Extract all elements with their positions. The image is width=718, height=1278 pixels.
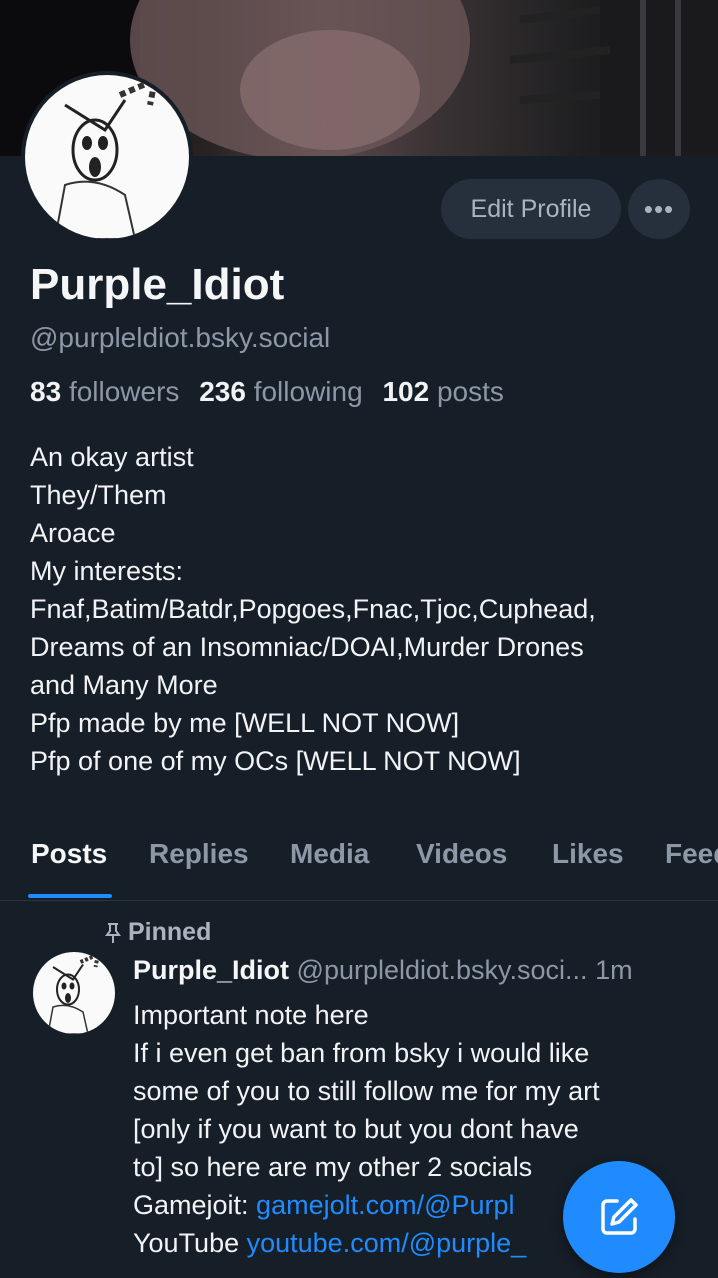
post-author-avatar[interactable] bbox=[33, 952, 115, 1034]
profile-handle: @purpleldiot.bsky.social bbox=[30, 322, 331, 353]
followers-link[interactable]: 83 followers bbox=[30, 376, 179, 407]
tab-posts[interactable]: Posts bbox=[31, 838, 107, 870]
post-line: Important note here bbox=[133, 1000, 369, 1030]
bio-line: Pfp made by me [WELL NOT NOW] bbox=[30, 708, 460, 738]
tab-videos[interactable]: Videos bbox=[416, 838, 507, 870]
bio-line: An okay artist bbox=[30, 442, 194, 472]
pin-icon bbox=[105, 922, 121, 943]
bio-line: Fnaf,Batim/Batdr,Popgoes,Fnac,Tjoc,Cuphe… bbox=[30, 594, 596, 624]
compose-icon bbox=[601, 1198, 638, 1235]
posts-stat: 102 posts bbox=[382, 376, 503, 407]
compose-button[interactable] bbox=[563, 1161, 675, 1273]
bio-line: Aroace bbox=[30, 518, 116, 548]
bio-line: Dreams of an Insomniac/DOAI,Murder Drone… bbox=[30, 632, 584, 662]
bio-line: My interests: bbox=[30, 556, 184, 586]
tab-media[interactable]: Media bbox=[290, 838, 369, 870]
profile-tabs: Posts Replies Media Videos Likes Feeds bbox=[0, 826, 718, 901]
followers-count: 83 bbox=[30, 376, 62, 407]
tab-likes[interactable]: Likes bbox=[552, 838, 624, 870]
display-name: Purple_Idiot bbox=[30, 260, 285, 309]
gamejolt-link[interactable]: gamejolt.com/@Purpl bbox=[256, 1190, 515, 1220]
post-author-name[interactable]: Purple_Idiot bbox=[133, 955, 289, 985]
bio-line: They/Them bbox=[30, 480, 167, 510]
tab-replies[interactable]: Replies bbox=[149, 838, 249, 870]
profile-bio: An okay artist They/Them Aroace My inter… bbox=[30, 438, 596, 780]
post-line: If i even get ban from bsky i would like bbox=[133, 1038, 590, 1068]
active-tab-indicator bbox=[28, 894, 112, 898]
bio-line: and Many More bbox=[30, 670, 218, 700]
followers-label: followers bbox=[68, 376, 180, 407]
following-label: following bbox=[253, 376, 363, 407]
posts-count: 102 bbox=[382, 376, 430, 407]
pinned-label: Pinned bbox=[128, 918, 212, 946]
post-header: Purple_Idiot @purpleldiot.bsky.soci... 1… bbox=[133, 955, 703, 986]
gamejolt-label: Gamejoit: bbox=[133, 1190, 257, 1220]
posts-label: posts bbox=[436, 376, 504, 407]
post-timestamp[interactable]: 1m bbox=[595, 955, 633, 985]
tab-feeds[interactable]: Feeds bbox=[665, 838, 718, 870]
pinned-indicator: Pinned bbox=[104, 918, 211, 947]
following-link[interactable]: 236 following bbox=[199, 376, 362, 407]
avatar[interactable] bbox=[25, 75, 189, 239]
ellipsis-icon[interactable]: ••• bbox=[628, 179, 690, 239]
post-author-handle[interactable]: @purpleldiot.bsky.soci... bbox=[297, 955, 588, 985]
following-count: 236 bbox=[199, 376, 246, 407]
post-line: [only if you want to but you dont have bbox=[133, 1114, 579, 1144]
profile-stats: 83 followers 236 following 102 posts bbox=[30, 376, 504, 408]
edit-profile-button[interactable]: Edit Profile bbox=[441, 179, 621, 239]
youtube-label: YouTube bbox=[133, 1228, 247, 1258]
post-line: some of you to still follow me for my ar… bbox=[133, 1076, 600, 1106]
bio-line: Pfp of one of my OCs [WELL NOT NOW] bbox=[30, 746, 521, 776]
youtube-link[interactable]: youtube.com/@purple_ bbox=[247, 1228, 527, 1258]
